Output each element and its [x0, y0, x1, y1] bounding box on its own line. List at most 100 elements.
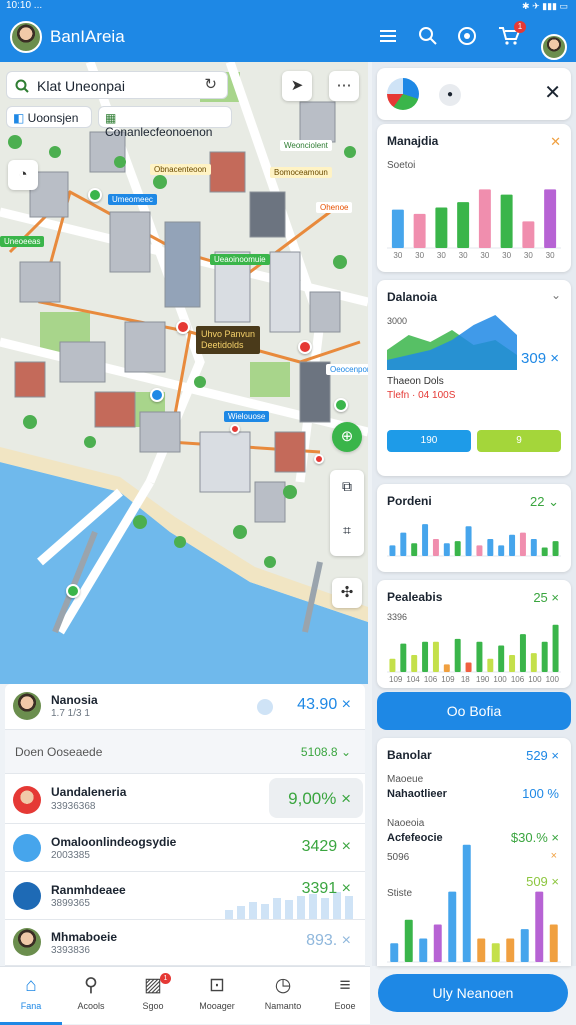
list-item[interactable]: Nanosia 1.7 1/3 1 43.90 ×	[5, 684, 365, 730]
info-icon[interactable]	[257, 699, 273, 715]
nav-item-home[interactable]: ⌂ Fana	[0, 967, 62, 1025]
map-callout[interactable]: Uhvo Panvun Deetidolds	[196, 326, 261, 354]
chart-bar[interactable]	[422, 641, 429, 672]
footer-action-button[interactable]: Uly Neanoen	[378, 974, 568, 1012]
chart-bar[interactable]	[552, 624, 559, 672]
drop-icon[interactable]: ●	[439, 84, 461, 106]
map-view[interactable]: Klat Uneonpai ↻ ➤ ⋯ ◧ Uoonsjen ▦ Conanle…	[0, 62, 368, 684]
chart-bar[interactable]	[500, 194, 513, 248]
stat-button-1[interactable]: 190	[387, 430, 471, 452]
map-label[interactable]: Oeocenpon	[326, 364, 368, 375]
chart-bar[interactable]	[419, 938, 428, 962]
map-pin-blue[interactable]	[150, 388, 164, 402]
chart-bar[interactable]	[541, 547, 548, 557]
map-pin-red[interactable]	[176, 320, 190, 334]
map-pin-red[interactable]	[314, 454, 324, 464]
chart-bar[interactable]	[506, 938, 515, 962]
chart-bar[interactable]	[413, 213, 426, 248]
nav-item-search[interactable]: ⚲ Acools	[60, 967, 122, 1025]
chart-bar[interactable]	[432, 539, 439, 556]
chart-bar[interactable]	[465, 662, 472, 672]
map-pin-red[interactable]	[230, 424, 240, 434]
map-label[interactable]: Uneoeeas	[0, 236, 45, 247]
chart-bar[interactable]	[443, 543, 450, 556]
chart-bar[interactable]	[448, 891, 457, 962]
chart-bar[interactable]	[535, 891, 544, 962]
chart-bar[interactable]	[541, 641, 548, 672]
nav-item-manager[interactable]: ⊡ Mooager	[186, 967, 248, 1025]
chart-bar[interactable]	[476, 545, 483, 556]
chevron-down-icon[interactable]: ⌄	[551, 288, 561, 302]
nav-item-photos[interactable]: ▨ Sgoo 1	[122, 967, 184, 1025]
chart-bar[interactable]	[476, 641, 483, 672]
user-avatar[interactable]	[541, 34, 567, 60]
chart-bar[interactable]	[549, 924, 558, 962]
map-pin-green[interactable]	[88, 188, 102, 202]
chart-bar[interactable]	[411, 543, 418, 556]
locate-icon[interactable]: ⊕	[332, 422, 362, 452]
chart-bar[interactable]	[400, 532, 407, 556]
crop-icon[interactable]: ⌗	[330, 522, 364, 539]
chart-bar[interactable]	[400, 643, 407, 672]
search-icon[interactable]	[416, 26, 440, 50]
chart-bar[interactable]	[509, 534, 516, 556]
chart-bar[interactable]	[552, 541, 559, 556]
chart-card-3[interactable]: Pordeni 22 ⌄	[377, 484, 571, 572]
profile-avatar[interactable]	[10, 21, 42, 53]
map-pin-green[interactable]	[334, 398, 348, 412]
chart-bar[interactable]	[522, 221, 535, 248]
stat-button-2[interactable]: 9	[477, 430, 561, 452]
on-button[interactable]: Oo Bofia	[377, 692, 571, 730]
chart-bar[interactable]	[519, 532, 526, 556]
chart-card-1[interactable]: Manajdia ✕ Soetoi 30 30 30 30 30 30 30 30	[377, 124, 571, 272]
chart-bar[interactable]	[389, 658, 396, 672]
chart-bar[interactable]	[454, 638, 461, 672]
list-item[interactable]: Ranmhdeaee 3899365 3391 ×	[5, 872, 365, 920]
map-search-bar[interactable]: Klat Uneonpai ↻	[6, 71, 228, 99]
map-label[interactable]: Umeomeec	[108, 194, 157, 205]
map-label[interactable]: Ohenoe	[316, 202, 353, 213]
map-pin-green[interactable]	[66, 584, 80, 598]
chart-icon[interactable]	[387, 78, 419, 110]
chart-bar[interactable]	[422, 524, 429, 556]
chart-card-2[interactable]: Dalanoia ⌄ 3000 309 × Thaeon Dols Tlefn …	[377, 280, 571, 476]
chart-bar[interactable]	[509, 654, 516, 672]
chart-bar[interactable]	[462, 844, 471, 962]
chart-bar[interactable]	[411, 654, 418, 672]
nav-item-history[interactable]: ◷ Namanto	[252, 967, 314, 1025]
chart-bar[interactable]	[477, 938, 486, 962]
chart-bar[interactable]	[435, 207, 448, 248]
refresh-icon[interactable]: ↻	[204, 75, 217, 93]
map-label[interactable]: Obnacenteoon	[150, 164, 211, 175]
chart-card-5[interactable]: Banolar 529 × Maoeue Nahaotlieer 100 % N…	[377, 738, 571, 966]
chart-bar[interactable]	[491, 943, 500, 962]
map-label[interactable]: Bomoceamoun	[270, 167, 332, 178]
chart-bar[interactable]	[498, 545, 505, 556]
menu-icon[interactable]	[376, 26, 400, 50]
chart-bar[interactable]	[520, 929, 529, 962]
map-label[interactable]: Ueaoinoomuie	[210, 254, 270, 265]
chart-bar[interactable]	[498, 645, 505, 672]
chart-bar[interactable]	[487, 539, 494, 556]
layers-icon[interactable]: ⧉	[330, 478, 364, 495]
chart-bar[interactable]	[519, 634, 526, 672]
chart-bar[interactable]	[465, 526, 472, 556]
chart-bar[interactable]	[391, 209, 404, 248]
chart-bar[interactable]	[404, 919, 413, 962]
directions-icon[interactable]: ➤	[282, 71, 312, 101]
filter-chip-2[interactable]: ▦ Conanlecfeonoenon	[98, 106, 232, 139]
chart-bar[interactable]	[530, 539, 537, 556]
list-section-header[interactable]: Doen Ooseaede 5108.8 ⌄	[5, 730, 365, 774]
nav-item-more[interactable]: ≡ Eooe	[314, 967, 376, 1025]
chart-bar[interactable]	[390, 943, 399, 962]
globe-icon[interactable]	[455, 26, 479, 50]
chart-bar[interactable]	[433, 924, 442, 962]
chart-bar[interactable]	[443, 664, 450, 672]
map-pin-red[interactable]	[298, 340, 312, 354]
close-icon[interactable]: ✕	[550, 134, 561, 150]
chart-bar[interactable]	[478, 189, 491, 248]
close-icon[interactable]: ✕	[544, 80, 561, 105]
chart-bar[interactable]	[457, 202, 470, 248]
chart-bar[interactable]	[454, 541, 461, 556]
map-search-input[interactable]: Klat Uneonpai	[37, 78, 125, 94]
